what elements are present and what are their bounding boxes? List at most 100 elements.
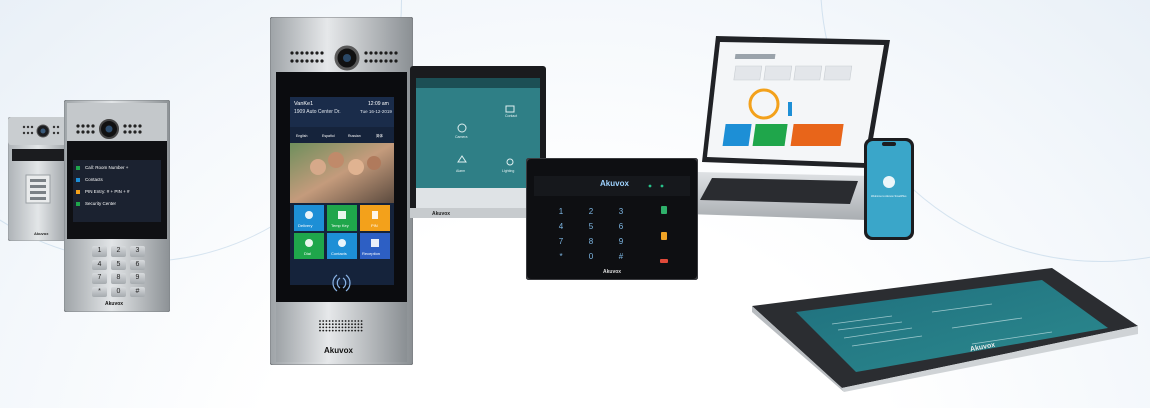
speaker-hole	[319, 323, 321, 326]
menu-item: Security Center	[85, 201, 117, 206]
keypad-key: 3	[130, 246, 145, 257]
speaker-hole	[384, 51, 388, 55]
keypad-key: 1	[558, 207, 564, 216]
keypad-key: 6	[130, 259, 145, 270]
speaker-hole	[351, 323, 353, 326]
keypad: 1 2 3 4 5 6 7 8 9 * 0 #	[548, 206, 638, 266]
tile-label: Alarm	[456, 169, 466, 173]
speaker-hole	[354, 320, 357, 322]
speaker-hole	[357, 320, 360, 322]
speaker-hole	[389, 59, 393, 63]
language-option: English	[296, 134, 308, 138]
speaker-hole	[354, 329, 357, 332]
tile-label: Dial	[304, 251, 311, 256]
speaker-hole	[347, 323, 350, 326]
speaker-hole	[354, 326, 357, 329]
speaker-hole	[360, 326, 363, 329]
speaker-hole	[347, 320, 350, 322]
tile-label: Reception	[362, 251, 381, 256]
speaker-hole	[374, 59, 378, 63]
speaker-hole	[328, 329, 331, 332]
speaker-hole	[335, 329, 337, 332]
speaker-hole	[338, 326, 341, 329]
speaker-hole	[328, 320, 331, 322]
speaker-hole	[364, 51, 368, 55]
brand-label: Akuvox	[324, 346, 353, 355]
keypad-key: 0	[588, 252, 594, 261]
speaker-hole	[335, 320, 337, 322]
speaker-hole	[305, 59, 309, 63]
speaker-hole	[347, 329, 350, 332]
door-phone-small: Akuvox	[7, 116, 69, 242]
speaker-hole	[320, 51, 324, 55]
speaker-hole	[351, 329, 353, 332]
welcome-text: Welcome to Akuvox SmartPlus	[871, 195, 907, 198]
keypad: 1 2 3 4 5 6 7 8 9 * 0 #	[92, 246, 148, 300]
tile-label: Contacts	[331, 251, 347, 256]
tile-label: PIN	[371, 223, 378, 228]
speaker-hole	[394, 59, 398, 63]
speaker-hole	[322, 323, 325, 326]
speaker-hole	[351, 320, 353, 322]
speaker-hole	[290, 59, 294, 63]
speaker-hole	[322, 326, 325, 329]
keypad-key: 8	[111, 273, 126, 284]
speaker-hole	[338, 320, 341, 322]
menu-item: PIN Entry: # + PIN + #	[85, 189, 130, 194]
speaker-hole	[374, 51, 378, 55]
brand-label: Akuvox	[105, 301, 124, 307]
brand-label-bottom: Akuvox	[603, 269, 622, 275]
speaker-hole	[300, 59, 304, 63]
tablet-monitor-graphic	[752, 268, 1138, 392]
speaker-hole	[341, 320, 344, 322]
speaker-hole	[341, 323, 344, 326]
date-text: Tue 16-12-2019	[360, 109, 392, 114]
speaker-hole	[341, 326, 344, 329]
address-text: 1909 Auto Center Dr.	[294, 109, 341, 115]
speaker-hole	[325, 326, 328, 329]
speaker-hole	[328, 323, 331, 326]
tile-label: Delivery	[298, 223, 313, 228]
speaker-hole	[295, 59, 299, 63]
tile-label: Camera	[455, 135, 468, 139]
speaker-hole	[360, 329, 363, 332]
keypad-key: 4	[92, 259, 107, 270]
speaker-hole	[357, 329, 360, 332]
language-option: Español	[322, 134, 335, 138]
speaker-hole	[389, 51, 393, 55]
brand-label: Akuvox	[432, 211, 451, 217]
keypad-key: 2	[111, 246, 126, 257]
speaker-hole	[300, 51, 304, 55]
speaker-hole	[325, 323, 328, 326]
resident-name: VanKe1	[294, 101, 314, 107]
speaker-hole	[315, 59, 319, 63]
speaker-hole	[319, 326, 321, 329]
speaker-hole	[354, 323, 357, 326]
speaker-hole	[295, 51, 299, 55]
speaker-hole	[369, 51, 373, 55]
speaker-hole	[341, 329, 344, 332]
tile-label: Lighting	[502, 169, 515, 173]
menu-item: Contacts	[85, 177, 103, 182]
door-phone-touchscreen: VanKe1 1909 Auto Center Dr. 12:09 am Tue…	[269, 16, 414, 366]
speaker-hole	[331, 329, 334, 332]
speaker-hole	[379, 59, 383, 63]
keypad-key: 8	[588, 237, 594, 246]
keypad-key: *	[559, 252, 563, 261]
tile-label: Temp Key	[331, 223, 349, 228]
keypad-key: 7	[92, 273, 107, 284]
speaker-hole	[310, 51, 314, 55]
keypad-key: #	[618, 252, 624, 261]
menu-item: Call: Room Number +	[85, 165, 129, 170]
speaker-hole	[338, 323, 341, 326]
keypad-key: 9	[618, 237, 624, 246]
door-phone-small-graphic	[7, 116, 69, 242]
speaker-hole	[360, 323, 363, 326]
speaker-hole	[331, 320, 334, 322]
speaker-hole	[320, 59, 324, 63]
language-option: 简体	[376, 134, 383, 138]
speaker-hole	[344, 326, 347, 329]
language-option: Russian	[348, 134, 361, 138]
speaker-hole	[290, 51, 294, 55]
product-lineup-scene: Akuvox Call: Room Number + Contacts PIN …	[0, 0, 1150, 408]
